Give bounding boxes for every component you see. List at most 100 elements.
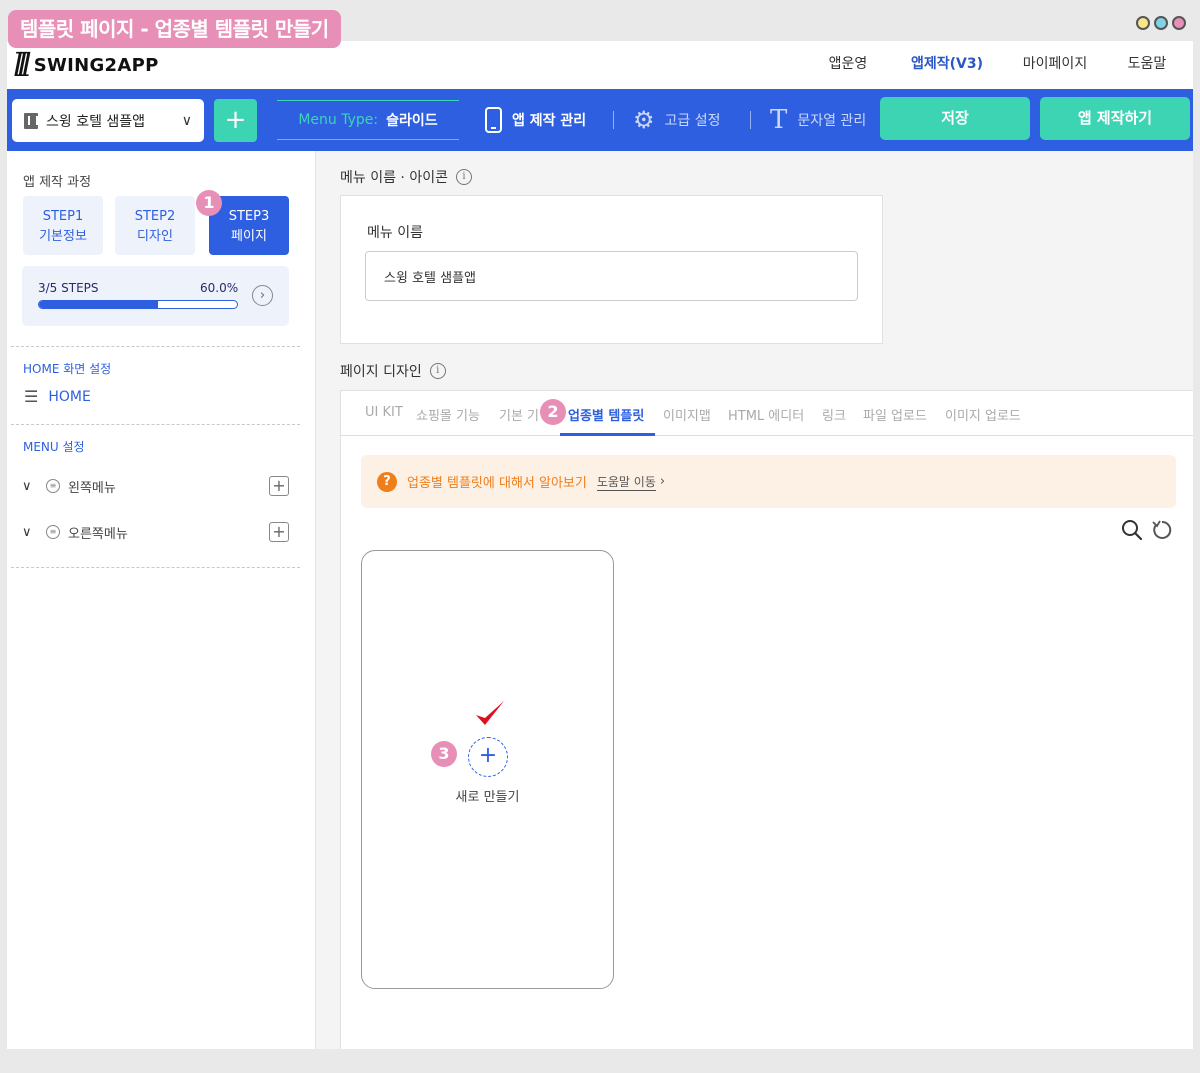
step-2-button[interactable]: STEP2 디자인 bbox=[115, 196, 195, 255]
make-app-button[interactable]: 앱 제작하기 bbox=[1040, 97, 1190, 140]
right-menu-row[interactable]: ∨ ≡ 오른쪽메뉴 + bbox=[22, 520, 289, 544]
step-marker-1: 1 bbox=[196, 190, 222, 216]
design-tabs: UI KIT 쇼핑몰 기능 기본 기 업종별 템플릿 이미지맵 HTML 에디터… bbox=[341, 391, 1193, 436]
step-2-name: 디자인 bbox=[137, 229, 173, 244]
nav-app-build[interactable]: 앱제작(V3) bbox=[899, 53, 995, 73]
active-tab-indicator bbox=[560, 433, 655, 436]
divider bbox=[11, 346, 300, 347]
checkmark-icon bbox=[476, 701, 504, 725]
gear-icon: ⚙ bbox=[633, 106, 655, 134]
window-dot-blue[interactable] bbox=[1154, 16, 1168, 30]
help-link[interactable]: 도움말 이동 bbox=[596, 473, 656, 491]
menu-type-label: Menu Type: bbox=[298, 112, 379, 128]
divider bbox=[11, 567, 300, 568]
main-content: 메뉴 이름 · 아이콘 i 메뉴 이름 페이지 디자인 i UI KIT 쇼핑몰… bbox=[316, 151, 1193, 1049]
menu-list-icon: ≡ bbox=[46, 525, 60, 539]
chevron-down-icon: ∨ bbox=[181, 112, 192, 129]
progress-bar-fill bbox=[39, 301, 158, 308]
chevron-right-icon[interactable]: › bbox=[252, 285, 273, 306]
menu-name-label: 메뉴 이름 bbox=[367, 225, 423, 241]
app-window: lll SWING2APP 앱운영 앱제작(V3) 마이페이지 도움말 스윙 호… bbox=[7, 41, 1193, 1049]
app-toolbar: 스윙 호텔 샘플앱 ∨ + Menu Type: 슬라이드 앱 제작 관리 ⚙ … bbox=[7, 89, 1193, 151]
nav-links: 앱운영 앱제작(V3) 마이페이지 도움말 bbox=[813, 53, 1193, 73]
string-manage-button[interactable]: T 문자열 관리 bbox=[770, 89, 866, 151]
tab-shopping[interactable]: 쇼핑몰 기능 bbox=[416, 405, 480, 424]
left-menu-row[interactable]: ∨ ≡ 왼쪽메뉴 + bbox=[22, 474, 289, 498]
chevron-down-icon[interactable]: ∨ bbox=[22, 525, 46, 540]
sidebar: 앱 제작 과정 STEP1 기본정보 STEP2 디자인 STEP3 페이지 3… bbox=[7, 151, 316, 1049]
menu-name-section: 메뉴 이름 · 아이콘 i bbox=[340, 167, 472, 187]
page-title-badge: 템플릿 페이지 - 업종별 템플릿 만들기 bbox=[8, 10, 341, 48]
refresh-icon[interactable] bbox=[1151, 519, 1173, 541]
page-design-card: UI KIT 쇼핑몰 기능 기본 기 업종별 템플릿 이미지맵 HTML 에디터… bbox=[340, 390, 1193, 1049]
menu-section-title: MENU 설정 bbox=[23, 440, 85, 454]
advanced-settings-label: 고급 설정 bbox=[664, 113, 721, 129]
app-manage-button[interactable]: 앱 제작 관리 bbox=[485, 89, 586, 151]
window-dot-yellow[interactable] bbox=[1136, 16, 1150, 30]
question-icon: ? bbox=[377, 471, 397, 492]
add-new-template-button[interactable]: + bbox=[468, 737, 508, 777]
brand-logo[interactable]: lll SWING2APP bbox=[13, 47, 159, 83]
advanced-settings-button[interactable]: ⚙ 고급 설정 bbox=[633, 89, 721, 151]
progress-steps-label: 3/5 STEPS bbox=[38, 281, 99, 295]
step-1-button[interactable]: STEP1 기본정보 bbox=[23, 196, 103, 255]
string-manage-label: 문자열 관리 bbox=[797, 113, 867, 129]
tab-basic[interactable]: 기본 기 bbox=[499, 405, 539, 424]
home-menu-item[interactable]: ☰ HOME bbox=[24, 387, 91, 406]
notice-text: 업종별 템플릿에 대해서 알아보기 bbox=[407, 476, 587, 491]
add-right-menu-button[interactable]: + bbox=[269, 522, 289, 542]
tab-industry-template[interactable]: 업종별 템플릿 bbox=[568, 405, 644, 424]
text-icon: T bbox=[770, 105, 788, 135]
menu-name-input[interactable] bbox=[365, 251, 858, 301]
tab-image-upload[interactable]: 이미지 업로드 bbox=[945, 405, 1021, 424]
nav-help[interactable]: 도움말 bbox=[1109, 53, 1185, 73]
chevron-right-icon[interactable]: › bbox=[660, 474, 665, 489]
app-selector[interactable]: 스윙 호텔 샘플앱 ∨ bbox=[12, 99, 204, 142]
menu-name-section-title: 메뉴 이름 · 아이콘 bbox=[340, 170, 448, 186]
progress-bar bbox=[38, 300, 238, 309]
search-icon[interactable] bbox=[1121, 519, 1143, 541]
step-2-number: STEP2 bbox=[134, 209, 176, 224]
chevron-down-icon[interactable]: ∨ bbox=[22, 479, 46, 494]
toolbar-divider bbox=[750, 111, 751, 129]
menu-list-icon: ≡ bbox=[46, 479, 60, 493]
divider bbox=[11, 424, 300, 425]
menu-type-selector[interactable]: Menu Type: 슬라이드 bbox=[277, 100, 459, 140]
page-design-section-title: 페이지 디자인 bbox=[340, 364, 422, 380]
step-1-number: STEP1 bbox=[42, 209, 84, 224]
add-left-menu-button[interactable]: + bbox=[269, 476, 289, 496]
building-icon bbox=[24, 112, 38, 129]
tab-image-map[interactable]: 이미지맵 bbox=[663, 405, 711, 424]
phone-icon bbox=[485, 107, 502, 133]
app-selector-value: 스윙 호텔 샘플앱 bbox=[46, 113, 146, 130]
home-item-label: HOME bbox=[48, 388, 91, 405]
process-title: 앱 제작 과정 bbox=[23, 175, 92, 190]
info-icon[interactable]: i bbox=[455, 169, 472, 185]
step-3-number: STEP3 bbox=[228, 209, 270, 224]
progress-percent: 60.0% bbox=[200, 281, 239, 295]
tab-file-upload[interactable]: 파일 업로드 bbox=[863, 405, 927, 424]
toolbar-divider bbox=[613, 111, 614, 129]
window-dot-pink[interactable] bbox=[1172, 16, 1186, 30]
menu-type-value: 슬라이드 bbox=[386, 113, 438, 129]
tab-link[interactable]: 링크 bbox=[822, 405, 846, 424]
step-3-name: 페이지 bbox=[231, 229, 267, 244]
step-marker-2: 2 bbox=[540, 399, 566, 425]
new-template-label: 새로 만들기 bbox=[455, 790, 520, 805]
home-section-title: HOME 화면 설정 bbox=[23, 362, 112, 376]
tab-html-editor[interactable]: HTML 에디터 bbox=[728, 405, 804, 424]
nav-my-page[interactable]: 마이페이지 bbox=[1007, 53, 1103, 73]
info-icon[interactable]: i bbox=[429, 363, 446, 379]
left-menu-label: 왼쪽메뉴 bbox=[68, 480, 116, 496]
template-notice: ? 업종별 템플릿에 대해서 알아보기 도움말 이동 › bbox=[361, 455, 1176, 508]
nav-app-operate[interactable]: 앱운영 bbox=[813, 53, 883, 73]
brand-name: SWING2APP bbox=[33, 54, 159, 76]
save-button[interactable]: 저장 bbox=[880, 97, 1030, 140]
add-app-button[interactable]: + bbox=[214, 99, 257, 142]
page-design-section: 페이지 디자인 i bbox=[340, 361, 446, 381]
new-template-card[interactable]: + 새로 만들기 bbox=[361, 550, 614, 989]
tab-ui-kit[interactable]: UI KIT bbox=[365, 405, 403, 420]
top-navigation: lll SWING2APP 앱운영 앱제작(V3) 마이페이지 도움말 bbox=[7, 41, 1193, 89]
right-menu-label: 오른쪽메뉴 bbox=[68, 526, 128, 542]
progress-box: 3/5 STEPS 60.0% › bbox=[22, 266, 289, 326]
